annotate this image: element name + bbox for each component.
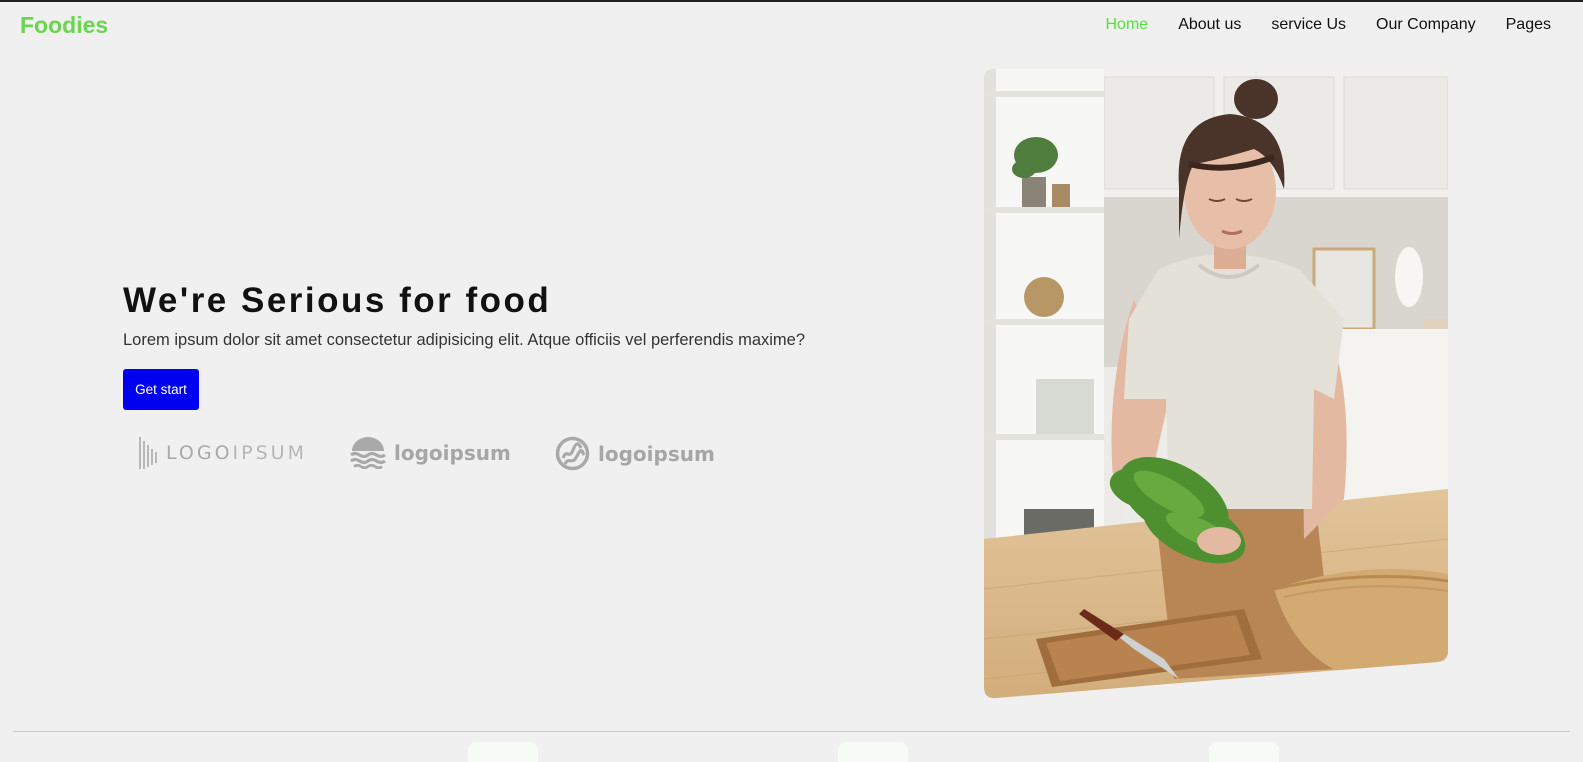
waves-logo-icon [350, 437, 386, 469]
hero-subtitle: Lorem ipsum dolor sit amet consectetur a… [123, 331, 806, 349]
partner-logo-3-text: logoipsum [598, 441, 715, 466]
nav-home[interactable]: Home [1106, 16, 1149, 34]
feature-card-peek-3 [1209, 742, 1279, 762]
section-divider [13, 731, 1570, 732]
nav-our-company[interactable]: Our Company [1376, 16, 1476, 34]
top-border [0, 0, 1583, 2]
partner-logo-2-text: logoipsum [394, 441, 511, 465]
feature-card-peek-1 [468, 742, 538, 762]
hero-title: We're Serious for food [123, 281, 552, 320]
partner-logo-3: logoipsum [555, 436, 715, 471]
partner-logo-1-text: LOGOIPSUM [166, 442, 307, 464]
hero-photo [984, 69, 1448, 699]
main-nav: Home About us service Us Our Company Pag… [1106, 16, 1552, 34]
partner-logo-2: logoipsum [350, 437, 511, 469]
nav-about-us[interactable]: About us [1178, 16, 1241, 34]
get-start-button[interactable]: Get start [123, 369, 199, 410]
partner-logo-1: LOGOIPSUM [138, 435, 307, 471]
feature-card-peek-2 [838, 742, 908, 762]
brand-logo[interactable]: Foodies [20, 12, 108, 39]
circle-wave-logo-icon [555, 436, 590, 471]
woman-preparing-salad-photo [984, 69, 1448, 699]
soundwave-logo-icon [139, 437, 157, 469]
nav-pages[interactable]: Pages [1506, 16, 1551, 34]
nav-service-us[interactable]: service Us [1271, 16, 1346, 34]
